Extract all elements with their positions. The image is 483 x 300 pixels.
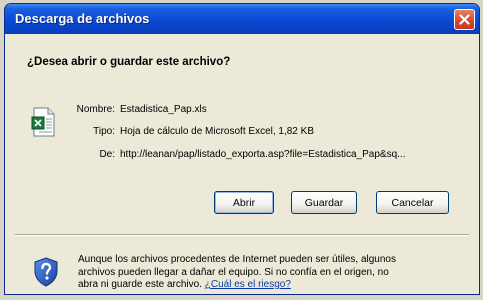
title-bar[interactable]: Descarga de archivos [5, 4, 479, 34]
save-button[interactable]: Guardar [291, 191, 357, 214]
file-name-label: Nombre: [76, 104, 115, 115]
cancel-button[interactable]: Cancelar [376, 191, 449, 214]
divider [15, 234, 469, 236]
file-source-value: http://leanan/pap/listado_exporta.asp?fi… [120, 149, 406, 160]
close-button[interactable] [454, 9, 475, 30]
shield-question-icon [34, 257, 58, 287]
dialog-question: ¿Desea abrir o guardar este archivo? [27, 56, 231, 68]
security-warning: Aunque los archivos procedentes de Inter… [78, 254, 408, 292]
file-type-value: Hoja de cálculo de Microsoft Excel, 1,82… [120, 126, 314, 137]
file-name-value: Estadistica_Pap.xls [120, 104, 207, 115]
dialog-body: ¿Desea abrir o guardar este archivo? Nom… [5, 34, 479, 294]
window-title: Descarga de archivos [15, 11, 150, 26]
file-type-label: Tipo: [93, 126, 115, 137]
open-button[interactable]: Abrir [214, 191, 274, 214]
risk-link[interactable]: ¿Cuál es el riesgo? [205, 279, 291, 290]
file-source-label: De: [99, 149, 115, 160]
download-dialog: Descarga de archivos ¿Desea abrir o guar… [4, 3, 480, 295]
close-icon [459, 14, 470, 25]
